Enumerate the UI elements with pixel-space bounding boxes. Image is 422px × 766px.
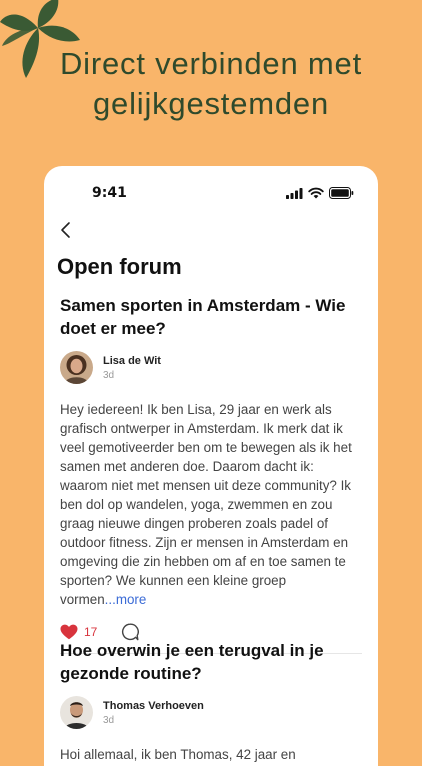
avatar[interactable] xyxy=(60,351,93,384)
phone-screen: 9:41 Open forum Samen sporten in Amsterd… xyxy=(44,166,378,766)
headline-line-1: Direct verbinden met xyxy=(59,46,362,81)
author-row: Thomas Verhoeven 3d xyxy=(60,696,362,734)
avatar[interactable] xyxy=(60,696,93,729)
author-name[interactable]: Lisa de Wit xyxy=(103,355,161,367)
post-body-text: Hoi allemaal, ik ben Thomas, 42 jaar en xyxy=(60,747,296,762)
back-chevron-icon[interactable] xyxy=(56,220,76,240)
forum-post[interactable]: Samen sporten in Amsterdam - Wie doet er… xyxy=(60,294,362,654)
post-body: Hey iedereen! Ik ben Lisa, 29 jaar en we… xyxy=(60,400,362,609)
status-bar: 9:41 xyxy=(44,166,378,218)
forum-post[interactable]: Hoe overwin je een terugval in je gezond… xyxy=(60,639,362,764)
post-title[interactable]: Samen sporten in Amsterdam - Wie doet er… xyxy=(60,294,362,340)
like-count: 17 xyxy=(84,625,98,639)
post-body-text: Hey iedereen! Ik ben Lisa, 29 jaar en we… xyxy=(60,402,352,607)
author-row: Lisa de Wit 3d xyxy=(60,351,362,389)
signal-icon xyxy=(286,187,303,199)
post-time: 3d xyxy=(103,715,115,726)
wifi-icon xyxy=(308,187,324,199)
read-more-link[interactable]: ...more xyxy=(105,592,147,607)
post-body: Hoi allemaal, ik ben Thomas, 42 jaar en xyxy=(60,745,362,764)
status-icons xyxy=(286,187,354,199)
battery-icon xyxy=(329,187,354,199)
headline: Direct verbinden met gelijkgestemden xyxy=(0,44,422,124)
page-title: Open forum xyxy=(57,254,182,279)
status-time: 9:41 xyxy=(92,185,127,201)
post-title[interactable]: Hoe overwin je een terugval in je gezond… xyxy=(60,639,362,685)
heart-icon[interactable] xyxy=(60,624,78,640)
headline-line-2: gelijkgestemden xyxy=(92,86,330,121)
author-name[interactable]: Thomas Verhoeven xyxy=(103,700,204,712)
post-time: 3d xyxy=(103,370,115,381)
